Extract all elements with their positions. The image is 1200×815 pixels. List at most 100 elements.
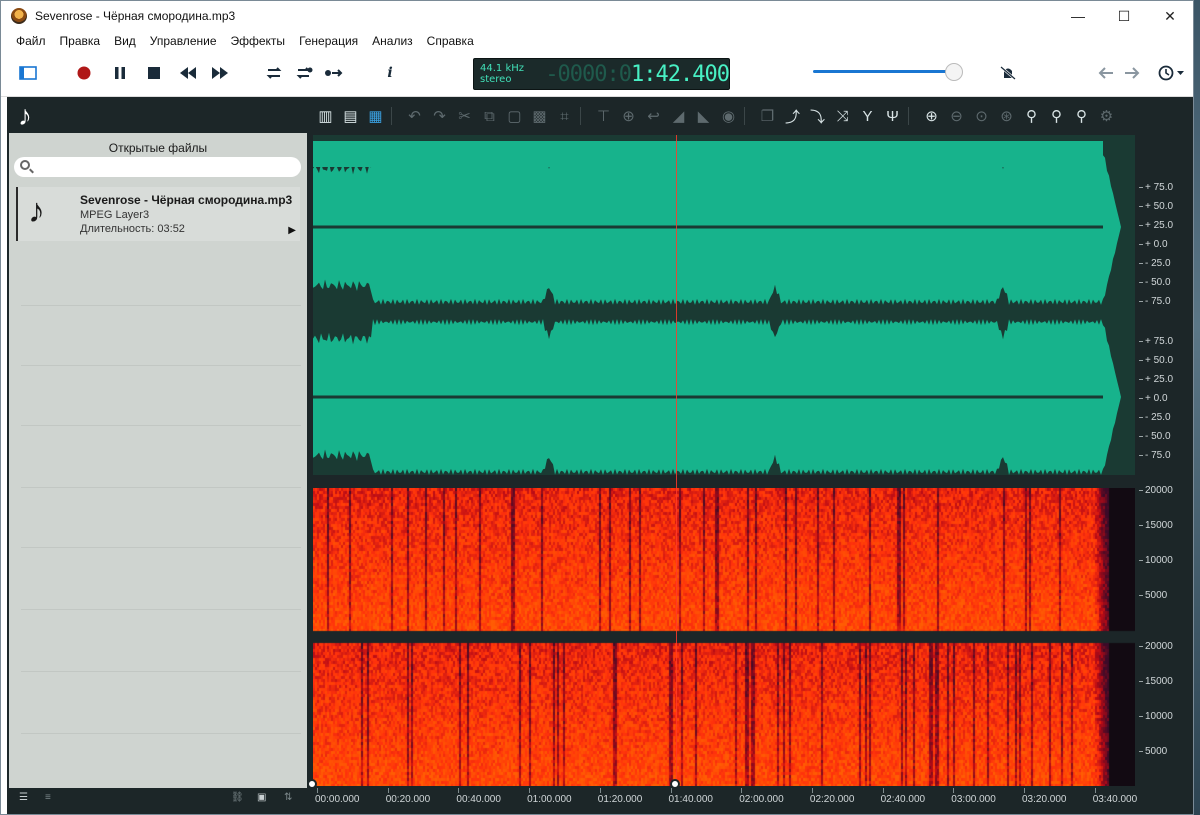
list-divider [21,425,301,426]
paste-icon[interactable]: ▢ [502,105,527,127]
window-title: Sevenrose - Чёрная смородина.mp3 [35,9,236,23]
toolbar-separator [391,107,399,125]
time-label: 00:40.000 [456,794,501,805]
waveform-channel-left-centerline [313,225,1103,229]
skip-button[interactable] [321,61,347,85]
shuffle-icon[interactable]: ⤨ [830,105,855,127]
time-ruler[interactable]: 00:00.000 00:20.000 00:40.000 01:00.000 01:2… [313,788,1138,814]
link-icon[interactable]: ⛓ [231,792,244,803]
cut-icon[interactable]: ✂ [452,105,477,127]
time-label: 00:00.000 [315,794,360,805]
delete-icon[interactable]: ▩ [527,105,552,127]
amplitude_ch2-tick: - 75.0 [1139,450,1171,461]
music-note-icon: ♪ [28,192,45,230]
compact-view-icon[interactable]: ≡ [45,792,51,803]
sort-icon[interactable]: ⇅ [284,792,292,803]
image-icon[interactable]: ▣ [257,792,266,803]
menu-file[interactable]: Файл [9,34,53,48]
minimize-button[interactable]: — [1055,1,1101,31]
time-tick-mark [882,788,884,793]
marker-remove-icon[interactable]: ⚲ [1044,105,1069,127]
time-tick-mark [1094,788,1096,793]
waveform-view[interactable] [313,135,1135,475]
menu-bar: Файл Правка Вид Управление Эффекты Генер… [1,31,1193,51]
maximize-button[interactable]: ☐ [1101,1,1147,31]
time-label: 03:40.000 [1092,794,1138,805]
align-top-icon[interactable]: ⊤ [591,105,616,127]
loop-selection-button[interactable] [291,61,317,85]
rewind-button[interactable] [175,61,201,85]
amplitude_ch1-tick: - 25.0 [1139,258,1171,269]
playback-cursor[interactable] [676,135,677,786]
toolbar-separator [580,107,588,125]
marker-link-icon[interactable]: ⚲ [1069,105,1094,127]
undo-icon[interactable]: ↶ [402,105,427,127]
time-tick-mark [741,788,743,793]
normalize-icon[interactable]: ◉ [716,105,741,127]
menu-generate[interactable]: Генерация [292,34,365,48]
time-tick-mark [317,788,318,793]
menu-help[interactable]: Справка [420,34,481,48]
forward-button[interactable] [1119,61,1145,85]
time-tick-mark [811,788,813,793]
info-icon[interactable]: i [377,61,403,85]
spectrogram-view[interactable] [313,488,1135,786]
current-time: 1:42.400 [631,61,730,87]
transport-toolbar: i 44.1 kHz stereo -0000:0 1:42.400 [1,51,1193,97]
zoom-fit-icon[interactable]: ⊙ [969,105,994,127]
waveform-view-icon[interactable]: ▥ [313,105,338,127]
amplitude_ch2-tick: - 50.0 [1139,431,1171,442]
time-label: 02:00.000 [739,794,784,805]
stop-button[interactable] [141,61,167,85]
amplitude-frequency-scale: + 75.0 + 50.0 + 25.0 + 0.0 - 25.0 - 50.0 - 75.… [1135,135,1193,786]
spectrogram-view-icon[interactable]: ▦ [363,105,388,127]
menu-edit[interactable]: Правка [53,34,108,48]
time-label: 00:20.000 [385,794,431,805]
menu-effects[interactable]: Эффекты [224,34,293,48]
merge-icon[interactable]: Ψ [880,105,905,127]
list-divider [21,487,301,488]
menu-view[interactable]: Вид [107,34,143,48]
align-center-icon[interactable]: ⊕ [616,105,641,127]
close-button[interactable]: ✕ [1147,1,1193,31]
amplitude_ch1-tick: + 75.0 [1139,182,1173,193]
spectrum-view-icon[interactable]: ▤ [338,105,363,127]
amplitude_ch2-tick: + 50.0 [1139,355,1173,366]
volume-slider-track[interactable] [813,70,958,73]
settings-icon[interactable]: ⚙ [1094,105,1119,127]
zoom-out-icon[interactable]: ⊖ [944,105,969,127]
volume-slider-handle[interactable] [945,63,963,81]
curve-down-icon[interactable]: ⤵ [805,105,830,127]
pause-button[interactable] [107,61,133,85]
sidebar-toggle-button[interactable] [15,61,41,85]
fade-in-icon[interactable]: ◢ [666,105,691,127]
menu-analyze[interactable]: Анализ [365,34,420,48]
list-view-icon[interactable]: ☰ [19,792,28,803]
list-divider [21,365,301,366]
fade-out-icon[interactable]: ◣ [691,105,716,127]
no-effects-button[interactable] [995,61,1021,85]
cursor-marker[interactable] [670,779,680,789]
back-button[interactable] [1093,61,1119,85]
file-list-item[interactable]: ♪ Sevenrose - Чёрная смородина.mp3 MPEG … [16,187,300,241]
copy-selection-icon[interactable]: ❐ [755,105,780,127]
marker-add-icon[interactable]: ⚲ [1019,105,1044,127]
time-label: 03:00.000 [951,794,996,805]
redo-icon[interactable]: ↷ [427,105,452,127]
zoom-in-icon[interactable]: ⊕ [919,105,944,127]
reverse-icon[interactable]: ↩ [641,105,666,127]
split-icon[interactable]: Y [855,105,880,127]
copy-icon[interactable]: ⧉ [477,105,502,127]
menu-control[interactable]: Управление [143,34,224,48]
start-marker[interactable] [307,779,317,789]
history-button[interactable] [1153,61,1189,85]
curve-up-icon[interactable]: ⤴ [780,105,805,127]
search-input[interactable] [14,157,301,177]
zoom-selection-icon[interactable]: ⊛ [994,105,1019,127]
play-file-icon[interactable]: ▶ [288,225,296,236]
record-button[interactable] [71,61,97,85]
waveform-channel-right-centerline [313,395,1103,399]
loop-button[interactable] [261,61,287,85]
crop-icon[interactable]: ⌗ [552,105,577,127]
fast-forward-button[interactable] [207,61,233,85]
